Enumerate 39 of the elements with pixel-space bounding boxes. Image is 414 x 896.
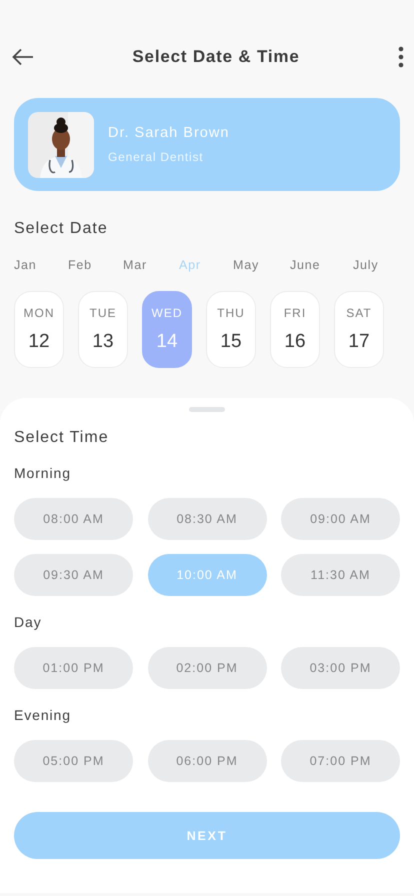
month-tab[interactable]: June [290,258,353,272]
doctor-card[interactable]: Dr. Sarah Brown General Dentist [14,98,400,191]
time-slot[interactable]: 09:30 AM [14,554,133,596]
screen-title: Select Date & Time [132,47,300,67]
time-slot[interactable]: 02:00 PM [148,647,266,689]
month-tab[interactable]: Mar [123,258,179,272]
month-tab[interactable]: Feb [68,258,123,272]
section-title: Select Time [14,429,110,447]
day-card[interactable]: WED 14 [142,291,192,368]
day-card[interactable]: FRI 16 [270,291,320,368]
day-card[interactable]: THU 15 [206,291,256,368]
month-tab[interactable]: July [353,258,413,272]
doctor-specialty: General Dentist [108,150,204,164]
time-slot[interactable]: 06:00 PM [148,740,266,782]
day-card[interactable]: TUE 13 [78,291,128,368]
time-slot[interactable]: 08:30 AM [148,498,266,540]
sheet-handle[interactable] [189,407,225,412]
time-slot[interactable]: 03:00 PM [281,647,400,689]
time-group-label: Evening [14,707,72,723]
back-arrow-icon [12,48,34,66]
time-slot[interactable]: 08:00 AM [14,498,133,540]
day-card[interactable]: MON 12 [14,291,64,368]
next-button[interactable]: NEXT [14,812,400,859]
time-slot[interactable]: 09:00 AM [281,498,400,540]
more-icon [398,46,404,68]
time-slot[interactable]: 05:00 PM [14,740,133,782]
time-group-label: Day [14,614,43,630]
month-tab[interactable]: Jan [14,258,68,272]
time-slot[interactable]: 10:00 AM [148,554,266,596]
time-group-label: Morning [14,465,72,481]
doctor-name: Dr. Sarah Brown [108,125,230,141]
more-button[interactable] [398,46,404,68]
back-button[interactable] [12,48,34,66]
month-tab[interactable]: May [233,258,290,272]
time-slot[interactable]: 11:30 AM [281,554,400,596]
time-slot[interactable]: 07:00 PM [281,740,400,782]
section-title: Select Date [14,220,109,238]
day-card[interactable]: SAT 17 [334,291,384,368]
time-slot[interactable]: 01:00 PM [14,647,133,689]
